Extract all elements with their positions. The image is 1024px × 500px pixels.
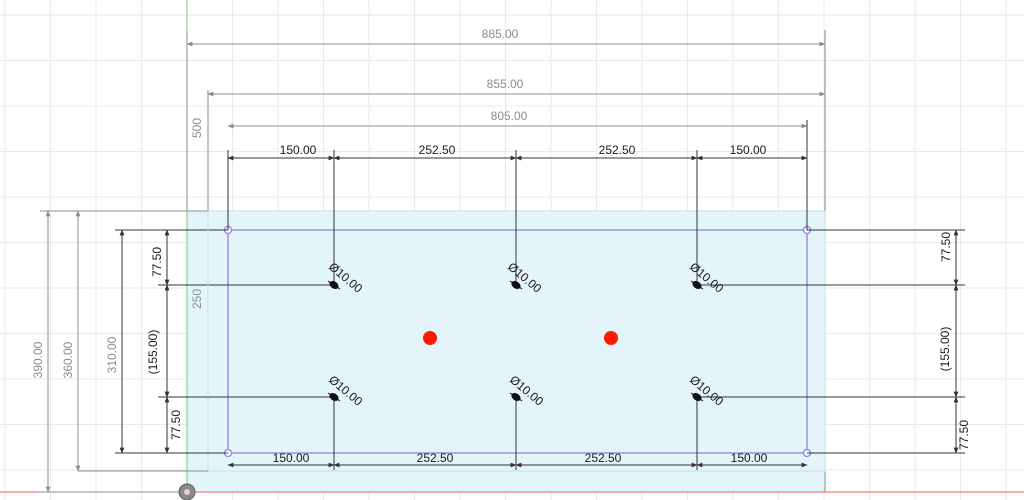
sketch-canvas[interactable]: 885.00 855.00 805.00 500 150.00 252.50 2…: [0, 0, 1024, 500]
dim-left-middle: (155.00): [146, 330, 160, 375]
center-point-right[interactable]: [604, 331, 618, 345]
outer-plate-body[interactable]: [186, 210, 826, 493]
dim-360: 360.00: [61, 341, 75, 378]
dim-left-top-offset: 77.50: [150, 247, 164, 277]
dim-500: 500: [190, 118, 204, 138]
dim-top-3: 252.50: [599, 143, 636, 157]
dim-390: 390.00: [31, 341, 45, 378]
dim-885: 885.00: [482, 27, 519, 41]
dim-bottom-4: 150.00: [731, 451, 768, 465]
dim-top-2: 252.50: [419, 143, 456, 157]
dim-bottom-1: 150.00: [273, 451, 310, 465]
origin-icon[interactable]: [178, 483, 196, 500]
dim-right-bottom-offset: 77.50: [957, 420, 971, 450]
dim-bottom-3: 252.50: [585, 451, 622, 465]
dim-310: 310.00: [105, 336, 119, 373]
dim-right-middle: (155.00): [938, 327, 952, 372]
center-point-left[interactable]: [423, 331, 437, 345]
dim-left-bottom-offset: 77.50: [169, 410, 183, 440]
dim-bottom-2: 252.50: [417, 451, 454, 465]
dim-250: 250: [190, 289, 204, 309]
dim-805: 805.00: [491, 109, 528, 123]
dim-right-top-offset: 77.50: [939, 232, 953, 262]
dim-top-4: 150.00: [730, 143, 767, 157]
dim-top-1: 150.00: [280, 143, 317, 157]
dim-855: 855.00: [487, 77, 524, 91]
